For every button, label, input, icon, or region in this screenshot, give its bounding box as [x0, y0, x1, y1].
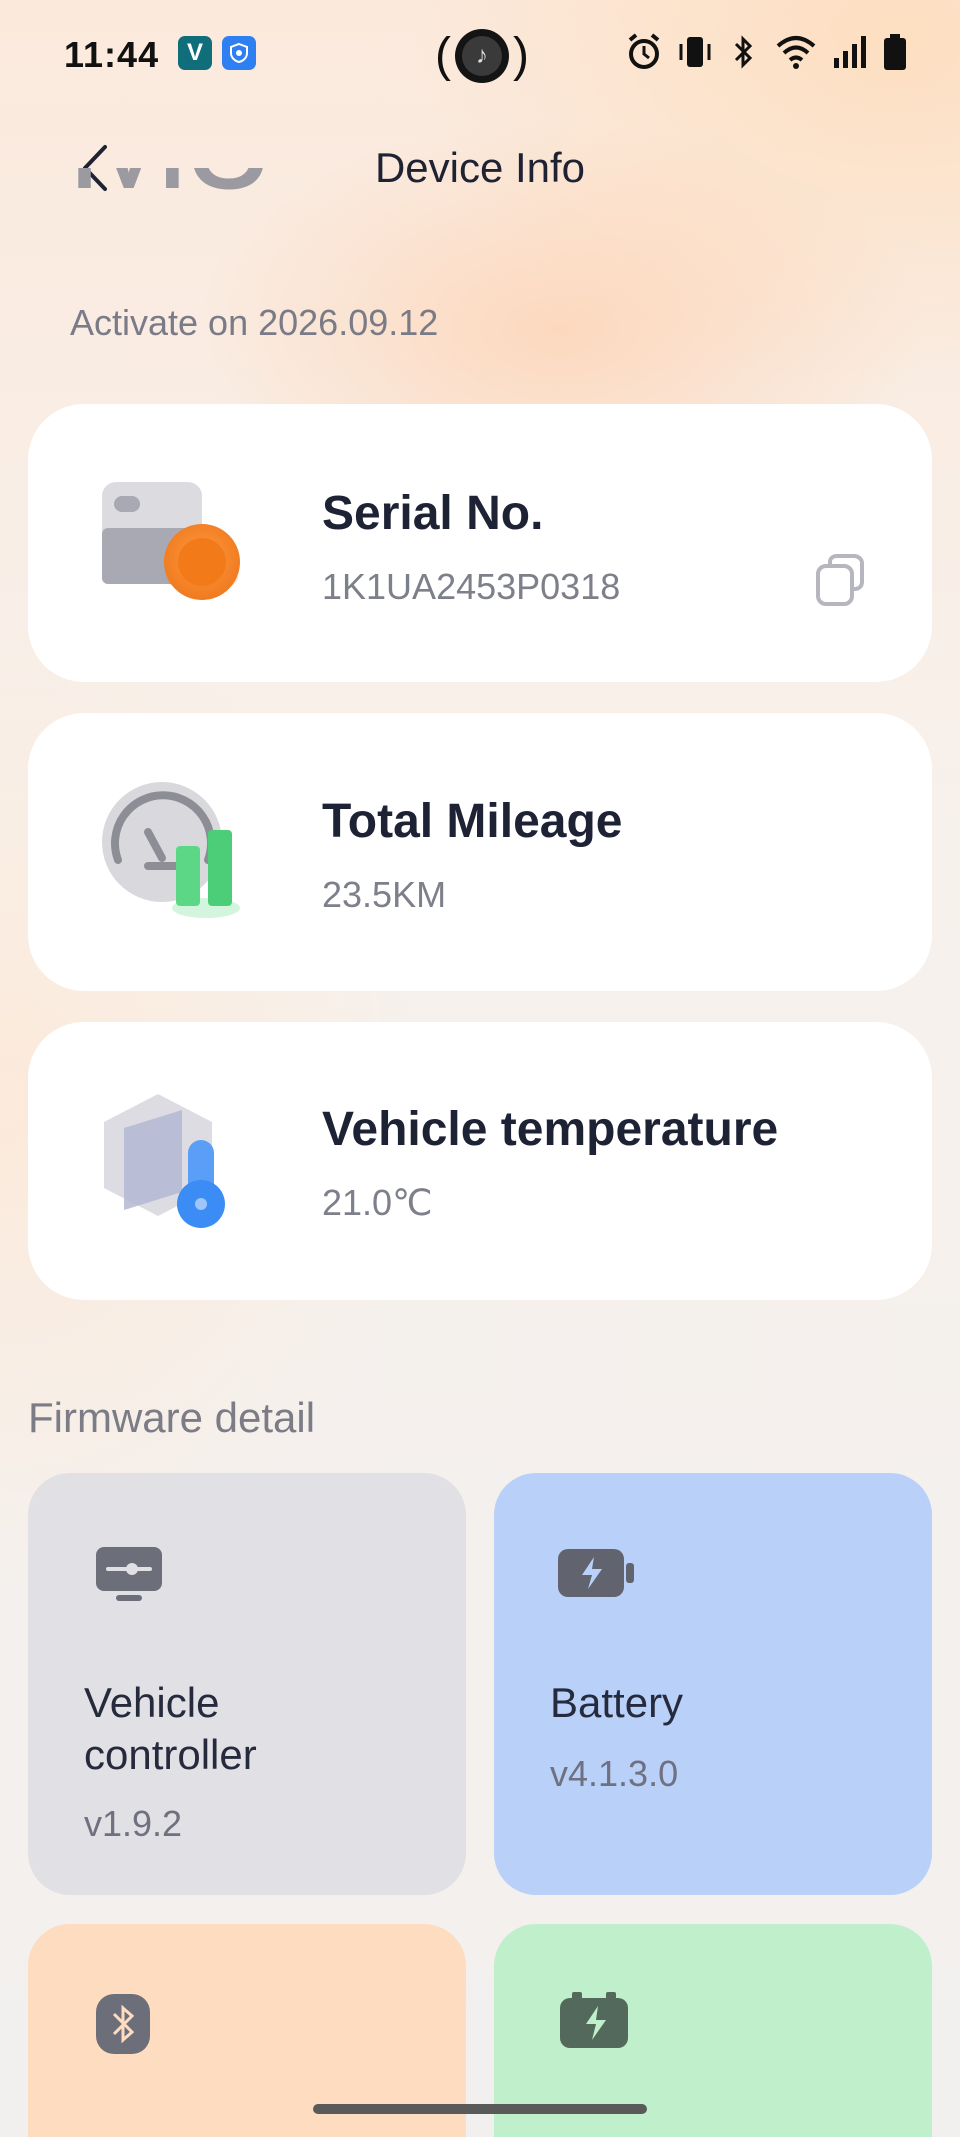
serial-number-label: Serial No.	[322, 487, 544, 540]
serial-number-value: 1K1UA2453P0318	[322, 566, 621, 607]
motor-icon	[560, 1992, 628, 2048]
shield-notification-icon	[222, 36, 256, 70]
status-time: 11:44	[64, 34, 160, 75]
firmware-version: v4.1.3.0	[550, 1753, 679, 1794]
battery-status-icon	[884, 34, 906, 70]
firmware-version: v1.9.2	[84, 1803, 183, 1844]
total-mileage-value: 23.5KM	[322, 874, 447, 915]
home-indicator[interactable]	[313, 2104, 647, 2114]
activation-date: Activate on 2026.09.12	[70, 302, 439, 343]
media-playing-indicator[interactable]: ( ♪ )	[432, 24, 532, 88]
firmware-name-line2: controller	[84, 1731, 257, 1778]
copy-serial-button[interactable]	[808, 548, 872, 612]
controller-icon	[96, 1547, 162, 1601]
firmware-tile-battery[interactable]: Battery v4.1.3.0	[494, 1473, 932, 1895]
bluetooth-icon	[96, 1994, 150, 2054]
device-model-heading: M3	[66, 168, 316, 246]
total-mileage-label: Total Mileage	[322, 795, 623, 848]
app-notification-icon: V	[178, 36, 212, 70]
alarm-icon	[628, 33, 660, 69]
music-note-icon: ♪	[462, 36, 502, 76]
battery-icon	[558, 1549, 634, 1597]
wifi-icon	[776, 36, 816, 69]
speedometer-icon	[102, 782, 240, 918]
thermometer-icon	[104, 1094, 225, 1228]
firmware-name: Battery	[550, 1679, 684, 1726]
card-chip-icon	[102, 482, 240, 600]
firmware-section-title: Firmware detail	[28, 1394, 316, 1441]
signal-icon	[834, 36, 866, 68]
system-status-icons	[626, 32, 908, 72]
firmware-tile-vehicle-controller[interactable]: Vehicle controller v1.9.2	[28, 1473, 466, 1895]
firmware-name: Vehicle	[84, 1679, 220, 1726]
copy-icon	[816, 554, 864, 606]
vehicle-temperature-value: 21.0℃	[322, 1182, 433, 1223]
bluetooth-status-icon	[734, 35, 753, 69]
vehicle-temperature-label: Vehicle temperature	[322, 1103, 779, 1156]
vibrate-icon	[679, 37, 711, 67]
